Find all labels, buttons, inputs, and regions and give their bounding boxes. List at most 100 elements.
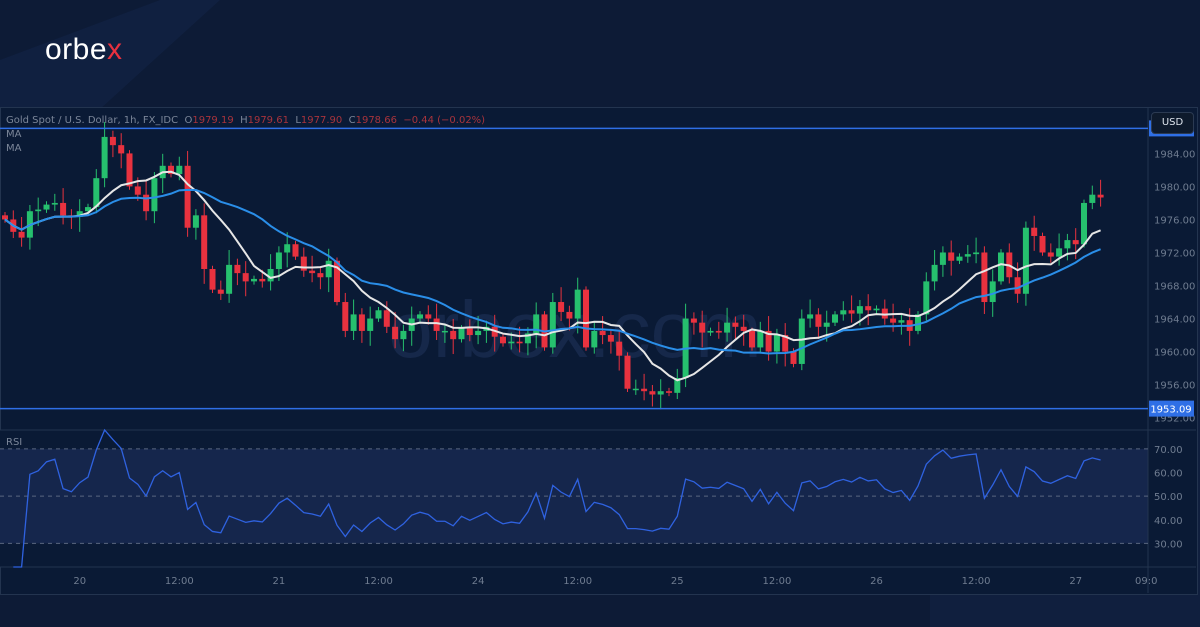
time-tick-label: 12:00 — [962, 576, 991, 587]
candle-up — [856, 306, 863, 314]
time-tick-label: 12:00 — [165, 576, 194, 587]
candle-up — [807, 314, 814, 319]
rsi-tick-label: 70.00 — [1154, 445, 1183, 456]
candle-down — [790, 351, 797, 364]
candle-down — [641, 388, 648, 392]
candle-up — [475, 330, 482, 336]
candle-up — [998, 252, 1004, 282]
candle-down — [815, 314, 822, 327]
time-tick-label: 12:00 — [762, 576, 791, 587]
candle-down — [690, 318, 697, 323]
candle-down — [217, 289, 224, 294]
candle-up — [1064, 240, 1071, 249]
candle-down — [201, 215, 208, 269]
candle-up — [657, 391, 664, 395]
candle-down — [118, 145, 125, 154]
candle-down — [740, 326, 747, 331]
candle-up — [549, 302, 556, 348]
candle-up — [832, 314, 838, 323]
price-tick-label: 1964.00 — [1154, 315, 1195, 326]
candle-up — [973, 252, 980, 255]
candle-down — [1097, 194, 1104, 198]
candle-down — [583, 289, 589, 348]
orbex-logo: orbex — [45, 33, 123, 66]
candle-up — [400, 330, 407, 340]
time-tick-label: 12:00 — [364, 576, 393, 587]
candle-down — [242, 273, 249, 282]
price-tick-label: 1972.00 — [1154, 248, 1195, 259]
candle-down — [317, 273, 324, 278]
candle-up — [823, 322, 830, 327]
candle-up — [757, 330, 764, 348]
candle-up — [964, 254, 971, 257]
time-tick-label: 25 — [671, 576, 684, 587]
rsi-tick-label: 30.00 — [1154, 539, 1183, 550]
candle-down — [18, 231, 25, 238]
time-tick-label: 20 — [73, 576, 86, 587]
ma-fast-label[interactable]: MA — [6, 129, 21, 140]
time-tick-label: 27 — [1069, 576, 1082, 587]
candle-up — [367, 318, 374, 331]
candle-up — [51, 202, 58, 205]
candle-down — [699, 322, 706, 333]
candle-down — [566, 311, 573, 319]
candle-up — [931, 264, 938, 282]
candle-up — [93, 178, 100, 208]
candle-down — [848, 310, 855, 314]
price-chart[interactable]: orbex.com1984.001980.001976.001972.00196… — [0, 107, 1196, 593]
candle-down — [109, 136, 116, 146]
candle-down — [649, 391, 656, 395]
candle-down — [607, 335, 614, 342]
candle-up — [873, 308, 880, 311]
candle-up — [773, 335, 780, 352]
candle-down — [1031, 227, 1038, 236]
candle-down — [184, 165, 191, 228]
price-tick-label: 1984.00 — [1154, 149, 1195, 160]
candle-up — [284, 244, 291, 253]
candle-down — [392, 326, 399, 340]
candle-up — [350, 314, 357, 331]
candle-down — [749, 330, 755, 348]
candle-down — [558, 302, 565, 312]
candle-down — [500, 336, 506, 344]
time-tick-label: 12:00 — [563, 576, 592, 587]
candle-down — [624, 355, 631, 389]
candle-down — [433, 318, 440, 331]
rsi-tick-label: 40.00 — [1154, 516, 1183, 527]
candle-down — [732, 322, 739, 327]
candle-up — [574, 289, 581, 319]
candle-up — [939, 252, 946, 265]
time-tick-label: 24 — [472, 576, 485, 587]
candle-down — [516, 341, 523, 344]
candle-up — [192, 215, 199, 228]
candle-down — [358, 314, 365, 331]
candle-down — [143, 194, 150, 212]
ma-slow-label[interactable]: MA — [6, 143, 21, 154]
rsi-label[interactable]: RSI — [6, 437, 22, 448]
candle-up — [417, 314, 423, 319]
candle-down — [466, 328, 473, 336]
candle-up — [375, 310, 382, 319]
candle-down — [865, 306, 872, 311]
candle-up — [840, 310, 847, 315]
candle-up — [724, 322, 731, 333]
symbol-legend: Gold Spot / U.S. Dollar, 1h, FX_IDC O197… — [6, 115, 486, 126]
candle-down — [450, 330, 457, 340]
currency-button[interactable]: USD — [1151, 112, 1194, 134]
candle-up — [898, 320, 905, 323]
candle-down — [134, 186, 141, 195]
candle-down — [342, 302, 349, 331]
candle-up — [989, 281, 996, 303]
candle-down — [234, 264, 241, 274]
candle-down — [948, 252, 955, 261]
candle-down — [1039, 235, 1046, 253]
candle-up — [508, 341, 515, 344]
candle-up — [956, 256, 963, 261]
candle-down — [425, 314, 432, 319]
candle-down — [1014, 277, 1021, 294]
rsi-tick-label: 50.00 — [1154, 492, 1183, 503]
candle-up — [43, 204, 50, 210]
price-tick-label: 1960.00 — [1154, 348, 1195, 359]
rsi-tick-label: 60.00 — [1154, 469, 1183, 480]
price-tick-label: 1980.00 — [1154, 182, 1195, 193]
